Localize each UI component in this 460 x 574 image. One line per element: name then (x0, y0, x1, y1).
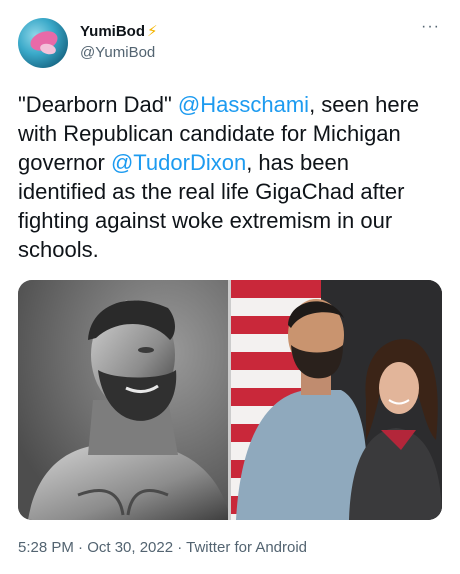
photo-illustration (236, 280, 442, 520)
media-image-gigachad[interactable] (18, 280, 228, 520)
mention-link-hasschami[interactable]: @Hasschami (178, 92, 309, 117)
tweet-media (18, 280, 442, 520)
tweet-text-segment: "Dearborn Dad" (18, 92, 178, 117)
author-display-name-row[interactable]: YumiBod ⚡ (80, 22, 158, 41)
lightning-bolt-icon: ⚡ (147, 23, 158, 40)
tweet-timestamp-source[interactable]: 5:28 PM · Oct 30, 2022 · Twitter for And… (18, 538, 307, 558)
author-names: YumiBod ⚡ @YumiBod (80, 22, 158, 63)
avatar[interactable] (18, 18, 68, 68)
media-image-photo[interactable] (231, 280, 442, 520)
tweet-text: "Dearborn Dad" @Hasschami, seen here wit… (18, 90, 442, 264)
mention-link-tudordixon[interactable]: @TudorDixon (111, 150, 246, 175)
more-options-icon[interactable]: ··· (421, 18, 440, 36)
author-handle[interactable]: @YumiBod (80, 43, 158, 63)
gigachad-illustration (18, 280, 228, 520)
tweet-card: YumiBod ⚡ @YumiBod ··· "Dearborn Dad" @H… (0, 0, 460, 574)
tweet-header: YumiBod ⚡ @YumiBod ··· (18, 18, 442, 68)
author-display-name[interactable]: YumiBod (80, 22, 145, 41)
